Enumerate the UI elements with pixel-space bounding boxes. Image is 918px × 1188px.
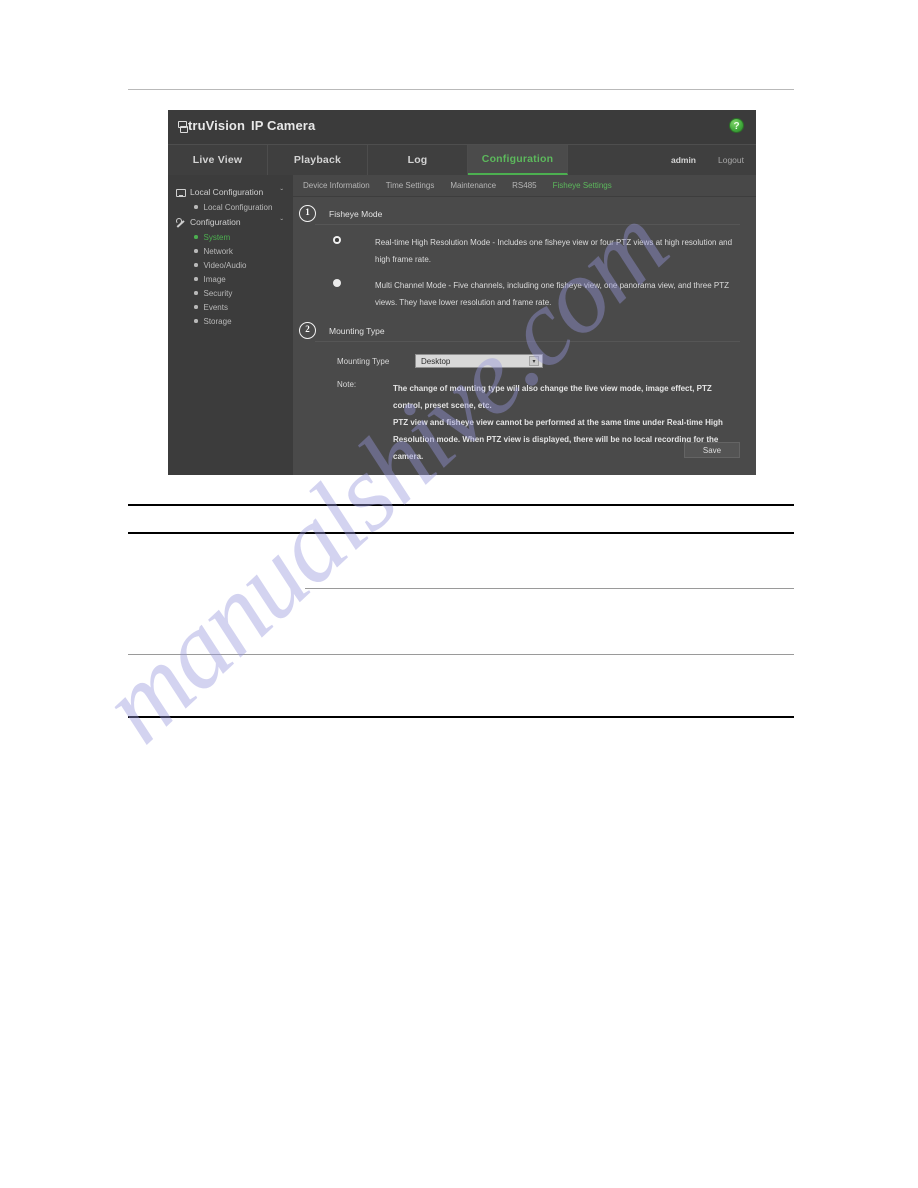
bullet-icon — [194, 205, 198, 209]
sidebar-item-label: Local Configuration — [203, 202, 273, 212]
sidebar-item-label: System — [203, 232, 231, 242]
camera-logo-icon — [178, 121, 188, 133]
user-area: admin Logout — [671, 145, 756, 175]
bullet-icon — [194, 277, 198, 281]
radio-icon[interactable] — [333, 279, 341, 287]
help-icon[interactable]: ? — [729, 118, 744, 133]
section-header-mounting-type: 2 Mounting Type — [299, 322, 740, 342]
sidebar-group-label: Configuration — [190, 217, 241, 227]
mounting-type-label: Mounting Type — [337, 356, 390, 366]
subtab-rs485[interactable]: RS485 — [512, 181, 536, 190]
section-title: Mounting Type — [329, 326, 385, 336]
subtab-maintenance[interactable]: Maintenance — [450, 181, 496, 190]
chevron-down-icon[interactable]: ▾ — [529, 356, 539, 366]
sidebar-item-system[interactable]: System — [168, 230, 293, 244]
sub-tabbar: Device Information Time Settings Mainten… — [293, 175, 756, 197]
tab-log[interactable]: Log — [368, 145, 468, 175]
save-bar: Save — [684, 442, 740, 458]
table-rule-4 — [128, 654, 794, 655]
product-logo: truVision IP Camera — [178, 118, 315, 133]
save-button[interactable]: Save — [684, 442, 740, 458]
sidebar-group-label: Local Configuration — [190, 187, 264, 197]
ui-header: truVision IP Camera ? — [168, 110, 756, 145]
mounting-type-note: Note: The change of mounting type will a… — [337, 380, 740, 465]
chevron-down-icon[interactable]: ˇ — [280, 188, 287, 197]
sidebar-item-label: Image — [203, 274, 226, 284]
tabbar-spacer — [568, 145, 671, 175]
table-rule-5 — [128, 716, 794, 718]
option-label: Multi Channel Mode - Five channels, incl… — [375, 281, 729, 307]
sidebar-item-security[interactable]: Security — [168, 286, 293, 300]
subtab-time-settings[interactable]: Time Settings — [386, 181, 435, 190]
bullet-icon — [194, 319, 198, 323]
bullet-icon — [194, 305, 198, 309]
table-rule-1 — [128, 504, 794, 506]
note-label: Note: — [337, 380, 357, 389]
note-line-1: The change of mounting type will also ch… — [393, 384, 712, 410]
tab-live-view[interactable]: Live View — [168, 145, 268, 175]
sidebar-item-label: Security — [203, 288, 233, 298]
sidebar-item-label: Storage — [203, 316, 232, 326]
table-rule-2 — [128, 532, 794, 534]
sidebar-group-local-configuration[interactable]: Local Configuration ˇ — [168, 184, 293, 200]
radio-icon-selected[interactable] — [333, 236, 341, 244]
sidebar-item-label: Events — [203, 302, 228, 312]
bullet-icon — [194, 291, 198, 295]
subtab-fisheye-settings[interactable]: Fisheye Settings — [553, 181, 612, 190]
current-user-label: admin — [670, 155, 696, 165]
callout-marker-1: 1 — [299, 205, 316, 222]
bullet-icon — [194, 263, 198, 267]
logo-product: IP Camera — [251, 118, 316, 133]
logo-brand: truVision — [188, 118, 246, 133]
sidebar-item-local-configuration[interactable]: Local Configuration — [168, 200, 293, 214]
camera-web-ui-screenshot: truVision IP Camera ? Live View Playback… — [168, 110, 756, 475]
chevron-down-icon[interactable]: ˇ — [280, 218, 287, 227]
tab-playback[interactable]: Playback — [268, 145, 368, 175]
logout-button[interactable]: Logout — [718, 155, 744, 165]
sidebar-item-events[interactable]: Events — [168, 300, 293, 314]
sidebar-nav: Local Configuration ˇ Local Configuratio… — [168, 175, 293, 475]
sidebar-item-video-audio[interactable]: Video/Audio — [168, 258, 293, 272]
sidebar-group-configuration[interactable]: Configuration ˇ — [168, 214, 293, 230]
mounting-type-value: Desktop — [421, 356, 451, 366]
monitor-icon — [176, 188, 186, 197]
fisheye-mode-option-realtime[interactable]: Real-time High Resolution Mode - Include… — [333, 234, 740, 268]
bullet-icon — [194, 249, 198, 253]
table-rule-3 — [305, 588, 794, 589]
sidebar-item-image[interactable]: Image — [168, 272, 293, 286]
fisheye-mode-option-multichannel[interactable]: Multi Channel Mode - Five channels, incl… — [333, 277, 740, 311]
section-header-fisheye-mode: 1 Fisheye Mode — [299, 205, 740, 225]
note-line-2: PTZ view and fisheye view cannot be perf… — [393, 418, 723, 461]
section-title: Fisheye Mode — [329, 209, 383, 219]
option-label: Real-time High Resolution Mode - Include… — [375, 238, 733, 264]
sidebar-item-storage[interactable]: Storage — [168, 314, 293, 328]
sidebar-item-label: Video/Audio — [203, 260, 247, 270]
main-tabbar: Live View Playback Log Configuration adm… — [168, 145, 756, 176]
subtab-device-information[interactable]: Device Information — [303, 181, 370, 190]
mounting-type-field: Mounting Type Desktop ▾ — [337, 354, 740, 368]
wrench-icon — [176, 217, 185, 227]
callout-marker-2: 2 — [299, 322, 316, 339]
tab-configuration[interactable]: Configuration — [468, 145, 568, 175]
sidebar-item-label: Network — [203, 246, 233, 256]
page-rule-top — [128, 89, 794, 90]
mounting-type-select[interactable]: Desktop ▾ — [415, 354, 543, 368]
sidebar-item-network[interactable]: Network — [168, 244, 293, 258]
bullet-icon — [194, 235, 198, 239]
page-watermark: manualshive.com — [79, 185, 880, 990]
settings-content: 1 Fisheye Mode Real-time High Resolution… — [293, 197, 756, 475]
